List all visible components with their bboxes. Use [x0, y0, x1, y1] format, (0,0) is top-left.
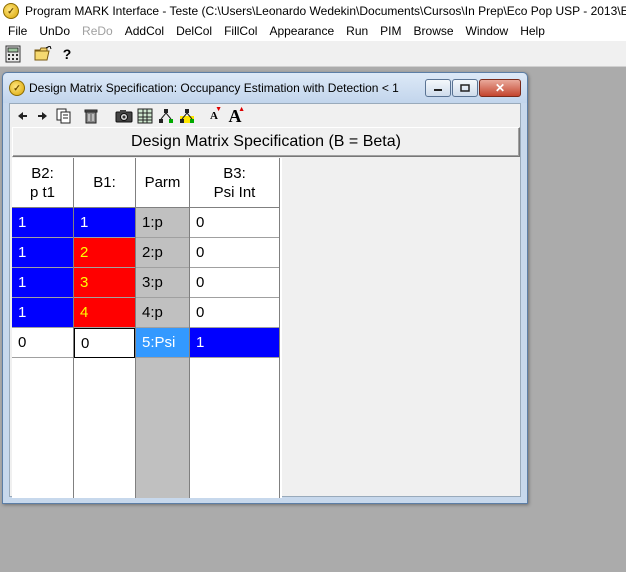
grid-cell[interactable]: 3 [74, 268, 135, 298]
design-matrix-grid: B2: p t1 1 1 1 1 0 B1: 1 2 3 4 0 Parm 1:… [12, 158, 282, 498]
tree-highlight-icon[interactable] [177, 106, 197, 126]
column-header-b2[interactable]: B2: p t1 [12, 158, 73, 208]
grid-cell[interactable]: 1 [12, 208, 73, 238]
parm-label: 1:p [136, 208, 189, 238]
mark-app-icon[interactable]: ✓ [3, 3, 19, 19]
font-smaller-icon[interactable]: A ▼ [204, 106, 224, 126]
column-b3: B3: Psi Int 0 0 0 0 1 [190, 158, 280, 498]
close-button[interactable]: ✕ [479, 79, 521, 97]
arrow-right-icon[interactable] [33, 106, 53, 126]
font-larger-icon[interactable]: A ▲ [225, 106, 246, 126]
parm-label: 4:p [136, 298, 189, 328]
menu-fillcol[interactable]: FillCol [218, 22, 263, 41]
menu-addcol[interactable]: AddCol [119, 22, 170, 41]
grid-cell[interactable]: 1 [12, 238, 73, 268]
grid-cell[interactable]: 1 [74, 208, 135, 238]
menu-window[interactable]: Window [460, 22, 515, 41]
design-matrix-window: ✓ Design Matrix Specification: Occupancy… [2, 72, 528, 504]
grid-cell[interactable]: 0 [190, 238, 279, 268]
menu-browse[interactable]: Browse [408, 22, 460, 41]
red-arrow-down-icon: ▼ [215, 106, 222, 113]
app-toolbar: ? [0, 41, 626, 67]
app-title: Program MARK Interface - Teste (C:\Users… [25, 4, 626, 18]
arrow-left-icon[interactable] [12, 106, 32, 126]
window-toolbar: A ▼ A ▲ [10, 104, 520, 128]
grid-cell[interactable]: 0 [190, 268, 279, 298]
copy-icon[interactable] [54, 106, 74, 126]
menu-pim[interactable]: PIM [374, 22, 407, 41]
window-client-area: A ▼ A ▲ Design Matrix Specification (B =… [9, 103, 521, 498]
grid-cell-editing[interactable]: 0 [74, 328, 135, 358]
parm-label: 3:p [136, 268, 189, 298]
red-arrow-up-icon: ▲ [238, 106, 245, 113]
parm-label: 2:p [136, 238, 189, 268]
column-header-b1[interactable]: B1: [74, 158, 135, 208]
grid-cell[interactable]: 0 [12, 328, 73, 358]
column-header-b3[interactable]: B3: Psi Int [190, 158, 279, 208]
window-title: Design Matrix Specification: Occupancy E… [29, 81, 399, 95]
menu-appearance[interactable]: Appearance [263, 22, 340, 41]
close-icon: ✕ [494, 81, 506, 95]
grid-cell[interactable]: 1 [12, 298, 73, 328]
restore-button[interactable] [452, 79, 478, 97]
window-controls: ✕ [425, 79, 521, 97]
menu-undo[interactable]: UnDo [33, 22, 76, 41]
design-matrix-heading: Design Matrix Specification (B = Beta) [12, 127, 520, 157]
menu-redo[interactable]: ReDo [76, 22, 119, 41]
menu-run[interactable]: Run [340, 22, 374, 41]
help-button[interactable]: ? [56, 43, 78, 65]
grid-cell[interactable]: 4 [74, 298, 135, 328]
restore-icon [460, 84, 470, 92]
tree-icon[interactable] [156, 106, 176, 126]
menu-file[interactable]: File [2, 22, 33, 41]
menu-bar: File UnDo ReDo AddCol DelCol FillCol App… [0, 22, 626, 41]
window-app-icon[interactable]: ✓ [9, 80, 25, 96]
menu-delcol[interactable]: DelCol [170, 22, 218, 41]
grid-cell[interactable]: 1 [190, 328, 279, 358]
help-icon: ? [62, 45, 72, 62]
grid-cell[interactable]: 1 [12, 268, 73, 298]
grid-cell[interactable]: 2 [74, 238, 135, 268]
column-b2: B2: p t1 1 1 1 1 0 [12, 158, 74, 498]
minimize-icon [434, 89, 442, 91]
camera-icon[interactable] [114, 106, 134, 126]
open-folder-icon[interactable] [32, 43, 54, 65]
menu-help[interactable]: Help [514, 22, 551, 41]
grid-icon[interactable] [135, 106, 155, 126]
app-title-bar: ✓ Program MARK Interface - Teste (C:\Use… [0, 0, 626, 22]
delete-icon[interactable] [81, 106, 101, 126]
grid-cell[interactable]: 0 [190, 298, 279, 328]
column-parm: Parm 1:p 2:p 3:p 4:p 5:Psi [136, 158, 190, 498]
calculator-icon[interactable] [2, 43, 24, 65]
column-b1: B1: 1 2 3 4 0 [74, 158, 136, 498]
parm-label-selected: 5:Psi [136, 328, 189, 358]
column-header-parm: Parm [136, 158, 189, 208]
grid-cell[interactable]: 0 [190, 208, 279, 238]
minimize-button[interactable] [425, 79, 451, 97]
